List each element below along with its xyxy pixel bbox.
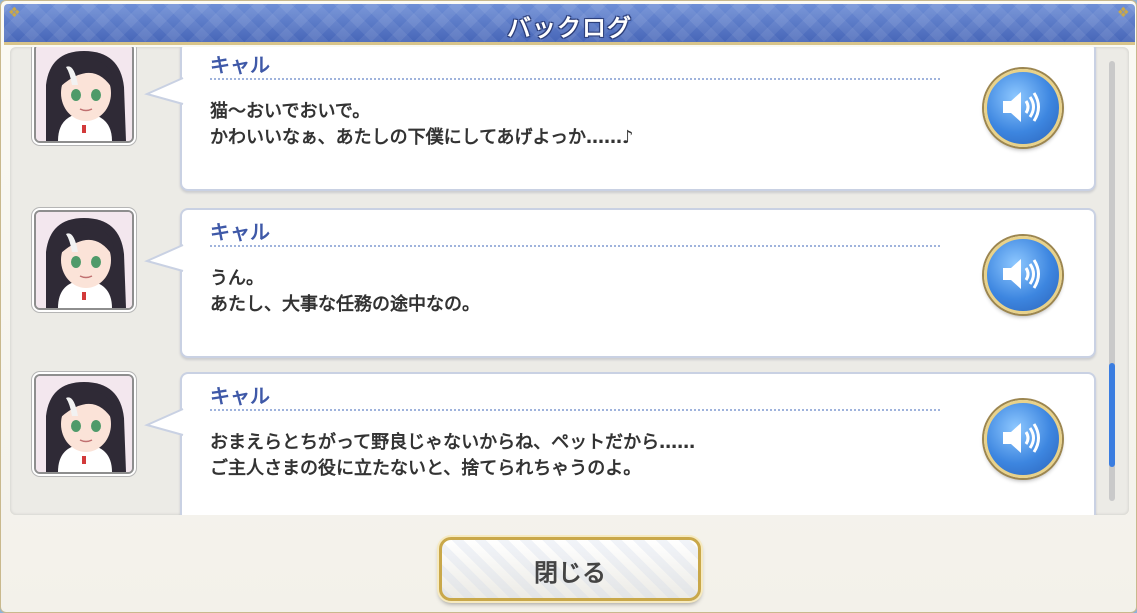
speaker-icon xyxy=(1003,92,1040,122)
close-button[interactable]: 閉じる xyxy=(439,537,701,601)
voice-play-button[interactable] xyxy=(984,236,1062,314)
page-title: バックログ xyxy=(507,14,632,42)
backlog-window: ❖ バックログ ❖ キャル 猫〜おいでおいで。 かわいいなぁ、あたしの下僕にして… xyxy=(0,0,1137,613)
close-button-label: 閉じる xyxy=(534,559,606,587)
portrait-icon xyxy=(36,212,132,308)
divider xyxy=(210,409,940,411)
speaker-name: キャル xyxy=(210,384,270,408)
portrait-icon xyxy=(36,47,132,141)
dialogue-bubble: キャル 猫〜おいでおいで。 かわいいなぁ、あたしの下僕にしてあげよっか……♪ xyxy=(144,47,1096,191)
speaker-name: キャル xyxy=(210,53,270,77)
voice-play-button[interactable] xyxy=(984,400,1062,478)
voice-play-button[interactable] xyxy=(984,69,1062,147)
character-avatar xyxy=(34,210,134,310)
divider xyxy=(210,78,940,80)
scrollbar-thumb[interactable] xyxy=(1109,363,1115,467)
dialogue-line: 猫〜おいでおいで。 xyxy=(210,101,371,122)
log-entry: キャル うん。 あたし、大事な任務の途中なの。 xyxy=(10,208,1110,358)
log-list[interactable]: キャル 猫〜おいでおいで。 かわいいなぁ、あたしの下僕にしてあげよっか……♪ キ… xyxy=(10,47,1129,515)
title-bar: ❖ バックログ ❖ xyxy=(4,4,1135,45)
log-entry: キャル おまえらとちがって野良じゃないからね、ペットだから…… ご主人さまの役に… xyxy=(10,372,1110,515)
character-avatar xyxy=(34,374,134,474)
portrait-icon xyxy=(36,376,132,472)
dialogue-line: うん。 xyxy=(210,268,264,289)
dialogue-line: あたし、大事な任務の途中なの。 xyxy=(210,294,480,315)
divider xyxy=(210,245,940,247)
dialogue-line: ご主人さまの役に立たないと、捨てられちゃうのよ。 xyxy=(210,458,642,479)
corner-ornament-icon: ❖ xyxy=(1117,5,1130,21)
log-entry: キャル 猫〜おいでおいで。 かわいいなぁ、あたしの下僕にしてあげよっか……♪ xyxy=(10,47,1110,191)
speaker-icon xyxy=(1003,423,1040,453)
character-avatar xyxy=(34,47,134,143)
dialogue-bubble: キャル うん。 あたし、大事な任務の途中なの。 xyxy=(144,208,1096,358)
speaker-name: キャル xyxy=(210,220,270,244)
speaker-icon xyxy=(1003,259,1040,289)
dialogue-line: おまえらとちがって野良じゃないからね、ペットだから…… xyxy=(210,432,696,453)
scrollbar[interactable] xyxy=(1109,61,1115,501)
dialogue-line: かわいいなぁ、あたしの下僕にしてあげよっか……♪ xyxy=(210,127,634,148)
dialogue-bubble: キャル おまえらとちがって野良じゃないからね、ペットだから…… ご主人さまの役に… xyxy=(144,372,1096,515)
